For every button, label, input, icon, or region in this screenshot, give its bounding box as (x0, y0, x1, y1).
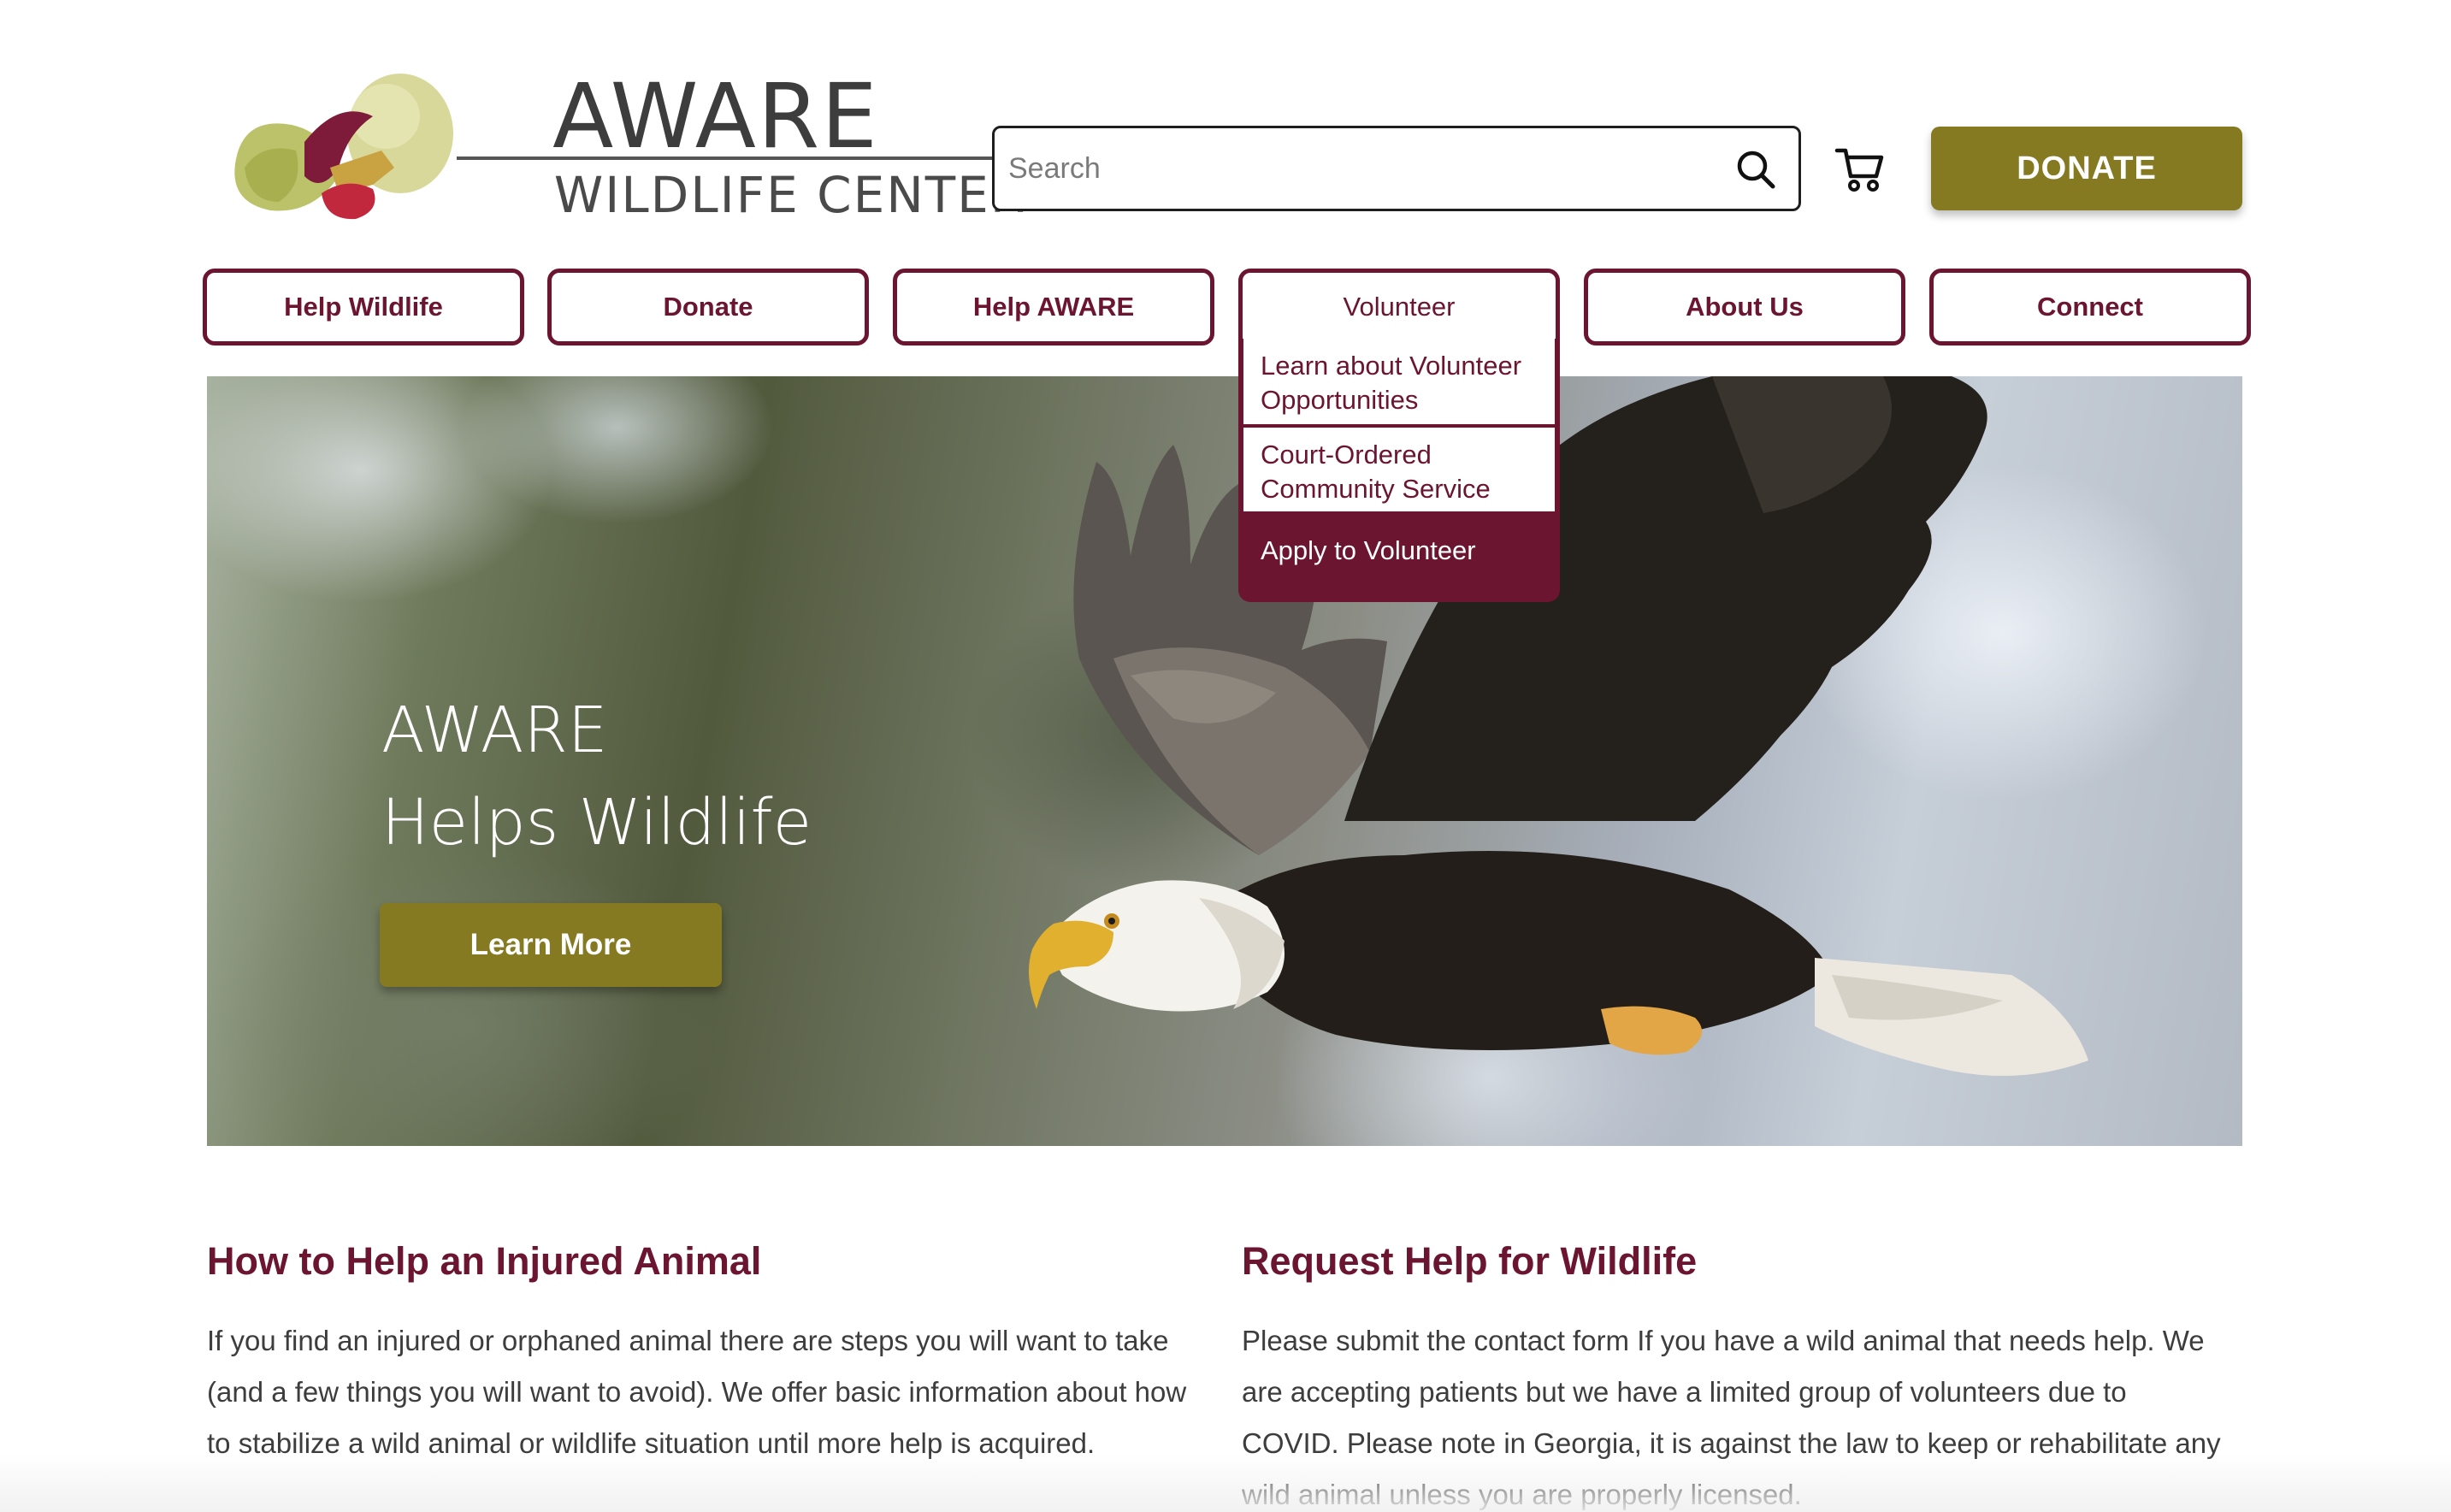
learn-more-button[interactable]: Learn More (380, 903, 722, 987)
section-heading[interactable]: Request Help for Wildlife (1242, 1231, 2225, 1291)
nav-help-aware[interactable]: Help AWARE (893, 269, 1214, 346)
menu-item-community-service[interactable]: Court-Ordered Community Service (1243, 428, 1555, 511)
section-body: If you find an injured or orphaned anima… (207, 1325, 1187, 1459)
logo-animals-icon (234, 74, 453, 220)
nav-donate[interactable]: Donate (547, 269, 869, 346)
section-heading[interactable]: How to Help an Injured Animal (207, 1231, 1190, 1291)
hero-title-line2: Helps Wildlife (381, 786, 812, 859)
menu-item-apply-volunteer[interactable]: Apply to Volunteer (1243, 511, 1555, 594)
page-bottom-fade (0, 1454, 2451, 1512)
cart-icon[interactable] (1834, 145, 1885, 193)
hero-title-line1: AWARE (381, 694, 608, 767)
nav-volunteer[interactable]: Volunteer (1238, 269, 1560, 340)
hero-title: AWARE Helps Wildlife (381, 684, 980, 869)
site-logo[interactable]: AWARE WILDLIFE CENTER (210, 64, 1124, 236)
menu-item-learn-volunteer[interactable]: Learn about Volunteer Opportunities (1243, 339, 1555, 424)
logo-wordmark-aware: AWARE (552, 64, 879, 168)
search-box (992, 126, 1801, 211)
donate-button[interactable]: DONATE (1931, 127, 2242, 210)
search-input[interactable] (1008, 137, 1710, 200)
nav-about-us[interactable]: About Us (1584, 269, 1905, 346)
nav-connect[interactable]: Connect (1929, 269, 2251, 346)
search-icon[interactable] (1735, 149, 1776, 190)
section-injured-animal: How to Help an Injured Animal If you fin… (207, 1231, 1190, 1469)
volunteer-dropdown-menu: Learn about Volunteer Opportunities Cour… (1238, 339, 1560, 602)
nav-help-wildlife[interactable]: Help Wildlife (203, 269, 524, 346)
